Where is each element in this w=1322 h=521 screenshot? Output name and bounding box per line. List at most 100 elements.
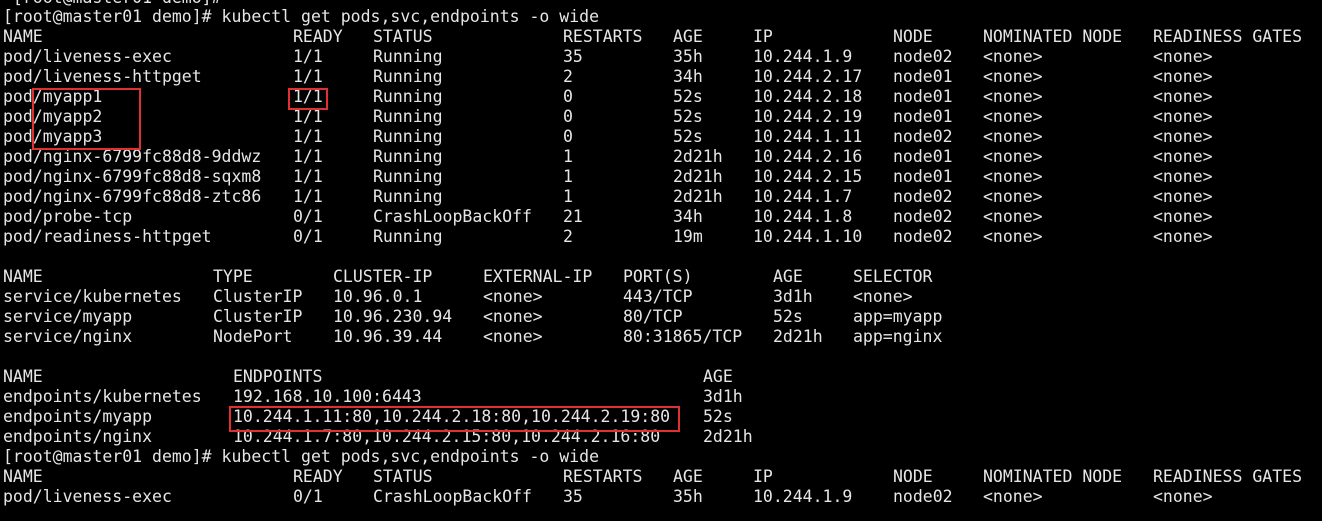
pod-ready: 0/1 (293, 227, 323, 246)
pod-restarts: 35 (563, 47, 583, 66)
svc-selector: <none> (853, 287, 913, 306)
svc-type: ClusterIP (213, 307, 303, 326)
pod-status: Running (373, 127, 443, 146)
col-nominated-node-header: NOMINATED NODE (983, 27, 1123, 46)
svc-cluster-ip: 10.96.39.44 (333, 327, 443, 346)
col-ready-header: READY (293, 27, 343, 46)
svc-ports: 80/TCP (623, 307, 683, 326)
pod-readiness-gates: <none> (1153, 167, 1213, 186)
pod-age: 35h (673, 47, 703, 66)
pod-ip: 10.244.2.17 (753, 67, 863, 86)
pod-ready: 1/1 (293, 167, 323, 186)
col-nominated-node-header: NOMINATED NODE (983, 467, 1123, 486)
col-restarts-header: RESTARTS (563, 467, 643, 486)
terminal-window[interactable]: ~[root@master01 demo]# [root@master01 de… (0, 0, 1322, 521)
pod-name: pod/probe-tcp (3, 207, 133, 226)
command-prompt-line: [root@master01 demo]# kubectl get pods,s… (0, 7, 599, 27)
pod-restarts: 35 (563, 487, 583, 506)
ep-endpoints: 10.244.1.7:80,10.244.2.15:80,10.244.2.16… (233, 427, 661, 446)
svc-external-ip: <none> (483, 287, 543, 306)
svc-col-age-header: AGE (773, 267, 803, 286)
pod-age: 2d21h (673, 187, 723, 206)
ep-age: 2d21h (703, 427, 753, 446)
pod-node: node01 (893, 167, 953, 186)
pod-ready: 1/1 (293, 67, 323, 86)
pod-restarts: 0 (563, 107, 573, 126)
ep-endpoints: 10.244.1.11:80,10.244.2.18:80,10.244.2.1… (233, 407, 671, 426)
table-row: pod/readiness-httpget 0/1 Running 2 19m … (0, 227, 1213, 247)
svc-cluster-ip: 10.96.230.94 (333, 307, 453, 326)
col-age-header: AGE (673, 27, 703, 46)
table-row: pod/liveness-exec 1/1 Running 35 35h 10.… (0, 47, 1213, 67)
ep-age: 52s (703, 407, 733, 426)
table-row: pod/nginx-6799fc88d8-9ddwz 1/1 Running 1… (0, 147, 1213, 167)
table-row: endpoints/myapp 10.244.1.11:80,10.244.2.… (0, 407, 733, 427)
svc-cluster-ip: 10.96.0.1 (333, 287, 423, 306)
svc-selector: app=myapp (853, 307, 943, 326)
pod-ip: 10.244.1.8 (753, 207, 853, 226)
ep-name: endpoints/nginx (3, 427, 153, 446)
pod-node: node01 (893, 107, 953, 126)
pod-name: pod/readiness-httpget (3, 227, 212, 246)
table-row: pod/myapp1 1/1 Running 0 52s 10.244.2.18… (0, 87, 1213, 107)
pod-name: pod/nginx-6799fc88d8-ztc86 (3, 187, 262, 206)
pod-nominated-node: <none> (983, 207, 1043, 226)
pod-ip: 10.244.1.7 (753, 187, 853, 206)
pod-ip: 10.244.1.10 (753, 227, 863, 246)
svc-age: 52s (773, 307, 803, 326)
col-status-header: STATUS (373, 27, 433, 46)
pod-name: pod/liveness-httpget (3, 67, 202, 86)
pod-ip: 10.244.2.15 (753, 167, 863, 186)
pod-node: node02 (893, 227, 953, 246)
svc-selector: app=nginx (853, 327, 943, 346)
pod-ip: 10.244.1.11 (753, 127, 863, 146)
pod-nominated-node: <none> (983, 87, 1043, 106)
svc-name: service/kubernetes (3, 287, 182, 306)
pod-name: pod/liveness-exec (3, 47, 172, 66)
pod-age: 35h (673, 487, 703, 506)
ep-col-age-header: AGE (703, 367, 733, 386)
col-ip-header: IP (753, 27, 773, 46)
pod-node: node02 (893, 487, 953, 506)
svc-ports: 80:31865/TCP (623, 327, 743, 346)
pod-age: 52s (673, 127, 703, 146)
pod-readiness-gates: <none> (1153, 47, 1213, 66)
pod-restarts: 0 (563, 127, 573, 146)
svc-external-ip: <none> (483, 307, 543, 326)
pod-ready: 0/1 (293, 487, 323, 506)
pod-status: Running (373, 187, 443, 206)
pod-readiness-gates: <none> (1153, 187, 1213, 206)
pod-ready: 1/1 (293, 87, 323, 106)
pod-node: node02 (893, 187, 953, 206)
pods-header-row: NAME READY STATUS RESTARTS AGE IP NODE N… (0, 467, 1302, 487)
col-restarts-header: RESTARTS (563, 27, 643, 46)
col-name-header: NAME (3, 467, 43, 486)
pod-ip: 10.244.2.16 (753, 147, 863, 166)
pod-node: node01 (893, 87, 953, 106)
col-name-header: NAME (3, 27, 43, 46)
pod-name: pod/myapp1 (3, 87, 103, 106)
pod-readiness-gates: <none> (1153, 207, 1213, 226)
table-row: service/myapp ClusterIP 10.96.230.94 <no… (0, 307, 942, 327)
pod-age: 34h (673, 207, 703, 226)
pod-name: pod/myapp3 (3, 127, 103, 146)
svc-col-cluster-ip-header: CLUSTER-IP (333, 267, 433, 286)
pod-restarts: 1 (563, 187, 573, 206)
pod-readiness-gates: <none> (1153, 227, 1213, 246)
pod-node: node01 (893, 147, 953, 166)
col-status-header: STATUS (373, 467, 433, 486)
svc-age: 2d21h (773, 327, 823, 346)
svc-col-external-ip-header: EXTERNAL-IP (483, 267, 593, 286)
command-prompt-text: [root@master01 demo]# kubectl get pods,s… (3, 7, 600, 26)
pods-header-row: NAME READY STATUS RESTARTS AGE IP NODE N… (0, 27, 1302, 47)
svc-col-selector-header: SELECTOR (853, 267, 933, 286)
svc-ports: 443/TCP (623, 287, 693, 306)
pod-readiness-gates: <none> (1153, 487, 1213, 506)
pod-status: Running (373, 227, 443, 246)
table-row: pod/nginx-6799fc88d8-ztc86 1/1 Running 1… (0, 187, 1213, 207)
svc-name: service/nginx (3, 327, 133, 346)
pod-ready: 1/1 (293, 107, 323, 126)
pod-age: 34h (673, 67, 703, 86)
pod-nominated-node: <none> (983, 107, 1043, 126)
pod-name: pod/myapp2 (3, 107, 103, 126)
